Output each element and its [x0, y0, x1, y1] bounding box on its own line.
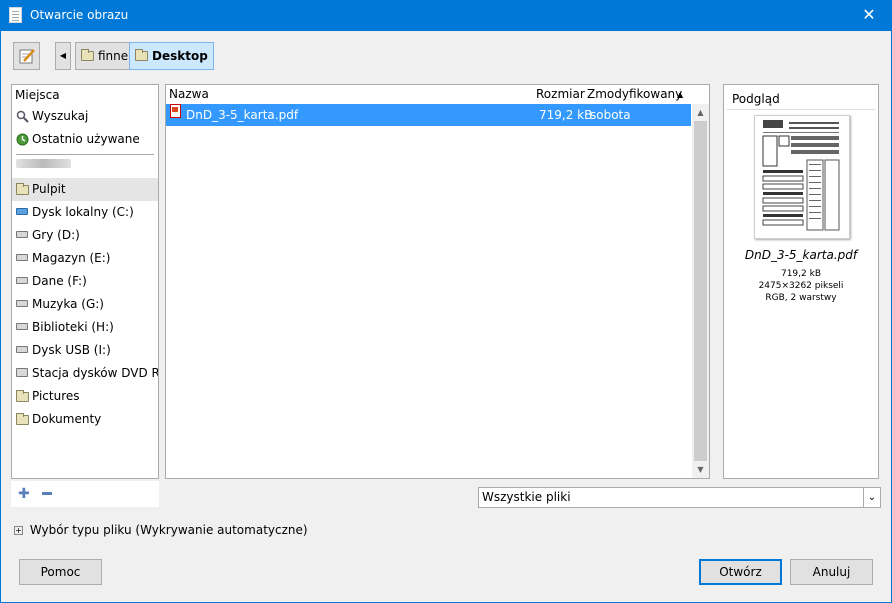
file-name: DnD_3-5_karta.pdf	[186, 108, 299, 122]
place-label: Wyszukaj	[32, 109, 89, 123]
file-filter-value: Wszystkie pliki	[482, 490, 571, 504]
column-modified[interactable]: Zmodyfikowany	[587, 85, 682, 104]
system-drive-icon	[16, 208, 28, 215]
place-drive-e[interactable]: Magazyn (E:)	[12, 247, 158, 270]
file-type-label: Wybór typu pliku (Wykrywanie automatyczn…	[29, 523, 308, 537]
drive-icon	[16, 300, 28, 307]
breadcrumb-desktop[interactable]: Desktop	[129, 42, 214, 70]
folder-icon	[135, 49, 148, 61]
window-title: Otwarcie obrazu	[30, 8, 129, 22]
place-label: Gry (D:)	[32, 228, 80, 242]
places-header[interactable]: Miejsca	[12, 85, 158, 105]
document-icon	[9, 7, 22, 23]
place-search[interactable]: Wyszukaj	[12, 105, 158, 128]
close-button[interactable]: ✕	[846, 0, 892, 31]
preview-color-mode: RGB, 2 warstwy	[765, 293, 837, 303]
place-drive-d[interactable]: Gry (D:)	[12, 224, 158, 247]
place-label: Muzyka (G:)	[32, 297, 104, 311]
edit-location-button[interactable]	[13, 42, 40, 70]
place-recent[interactable]: Ostatnio używane	[12, 128, 158, 151]
places-panel: Miejsca Wyszukaj Ostatnio używane Pulpit…	[11, 84, 159, 479]
drive-icon	[16, 323, 28, 330]
title-bar: Otwarcie obrazu ✕	[0, 0, 892, 31]
place-dvd-drive[interactable]: Stacja dysków DVD R...	[12, 362, 158, 385]
place-drive-f[interactable]: Dane (F:)	[12, 270, 158, 293]
dvd-drive-icon	[16, 368, 28, 377]
place-drive-g[interactable]: Muzyka (G:)	[12, 293, 158, 316]
folder-icon	[16, 413, 29, 425]
drive-icon	[16, 346, 28, 353]
remove-bookmark-button[interactable]	[42, 492, 52, 495]
place-label: Magazyn (E:)	[32, 251, 111, 265]
place-drive-i[interactable]: Dysk USB (I:)	[12, 339, 158, 362]
scrollbar-thumb[interactable]	[694, 121, 707, 461]
file-row[interactable]: DnD_3-5_karta.pdf 719,2 kB sobota	[166, 104, 691, 126]
open-button[interactable]: Otwórz	[699, 559, 782, 585]
pdf-file-icon	[170, 104, 181, 118]
file-type-expander[interactable]: + Wybór typu pliku (Wykrywanie automatyc…	[14, 522, 308, 538]
place-label: Pulpit	[32, 182, 66, 196]
folder-icon	[81, 49, 94, 61]
folder-icon	[16, 183, 29, 195]
place-label: Stacja dysków DVD R...	[32, 366, 158, 380]
help-button[interactable]: Pomoc	[19, 559, 102, 585]
place-label: Ostatnio używane	[32, 132, 140, 146]
file-list-header: Nazwa Rozmiar Zmodyfikowany ▲	[166, 85, 709, 104]
file-modified: sobota	[590, 108, 631, 122]
drive-icon	[16, 277, 28, 284]
breadcrumb-finne[interactable]: finne	[75, 42, 135, 70]
place-label: Dysk lokalny (C:)	[32, 205, 134, 219]
breadcrumb-label: Desktop	[152, 49, 208, 63]
preview-panel: Podgląd DnD_3-5_karta.pdf 719,2 kB 2475×…	[723, 84, 879, 479]
file-list-scrollbar[interactable]: ▲ ▼	[692, 104, 709, 478]
folder-icon	[16, 390, 29, 402]
bookmark-controls: ✚	[11, 481, 159, 507]
expand-icon: +	[14, 526, 23, 535]
character-sheet-thumbnail	[762, 120, 840, 231]
drive-icon	[16, 254, 28, 261]
drive-icon	[16, 231, 28, 238]
redacted-place	[16, 159, 154, 173]
sort-ascending-icon: ▲	[677, 90, 684, 99]
add-bookmark-button[interactable]: ✚	[18, 486, 30, 502]
path-back-button[interactable]: ◀	[55, 42, 71, 70]
cancel-button[interactable]: Anuluj	[790, 559, 873, 585]
place-label: Pictures	[32, 389, 80, 403]
place-drive-c[interactable]: Dysk lokalny (C:)	[12, 201, 158, 224]
place-desktop[interactable]: Pulpit	[12, 178, 158, 201]
recent-icon	[16, 133, 29, 146]
place-documents[interactable]: Dokumenty	[12, 408, 158, 431]
chevron-down-icon[interactable]: ⌄	[863, 488, 880, 507]
breadcrumb-label: finne	[98, 49, 129, 63]
place-label: Biblioteki (H:)	[32, 320, 114, 334]
preview-dimensions: 2475×3262 pikseli	[758, 281, 844, 291]
preview-file-name: DnD_3-5_karta.pdf	[744, 248, 858, 262]
place-drive-h[interactable]: Biblioteki (H:)	[12, 316, 158, 339]
file-filter-select[interactable]: Wszystkie pliki ⌄	[478, 487, 881, 508]
preview-header[interactable]: Podgląd	[727, 88, 875, 110]
scroll-down-icon[interactable]: ▼	[692, 461, 709, 478]
place-label: Dokumenty	[32, 412, 102, 426]
place-label: Dysk USB (I:)	[32, 343, 111, 357]
preview-thumbnail	[754, 115, 850, 239]
place-label: Dane (F:)	[32, 274, 87, 288]
file-list: Nazwa Rozmiar Zmodyfikowany ▲ DnD_3-5_ka…	[165, 84, 710, 479]
search-icon	[16, 110, 29, 123]
column-name[interactable]: Nazwa	[169, 85, 209, 104]
preview-file-size: 719,2 kB	[780, 269, 821, 279]
file-size: 719,2 kB	[539, 108, 593, 122]
pencil-icon	[19, 49, 35, 64]
column-size[interactable]: Rozmiar	[536, 85, 585, 104]
places-separator	[16, 154, 154, 155]
scroll-up-icon[interactable]: ▲	[692, 104, 709, 121]
place-pictures[interactable]: Pictures	[12, 385, 158, 408]
